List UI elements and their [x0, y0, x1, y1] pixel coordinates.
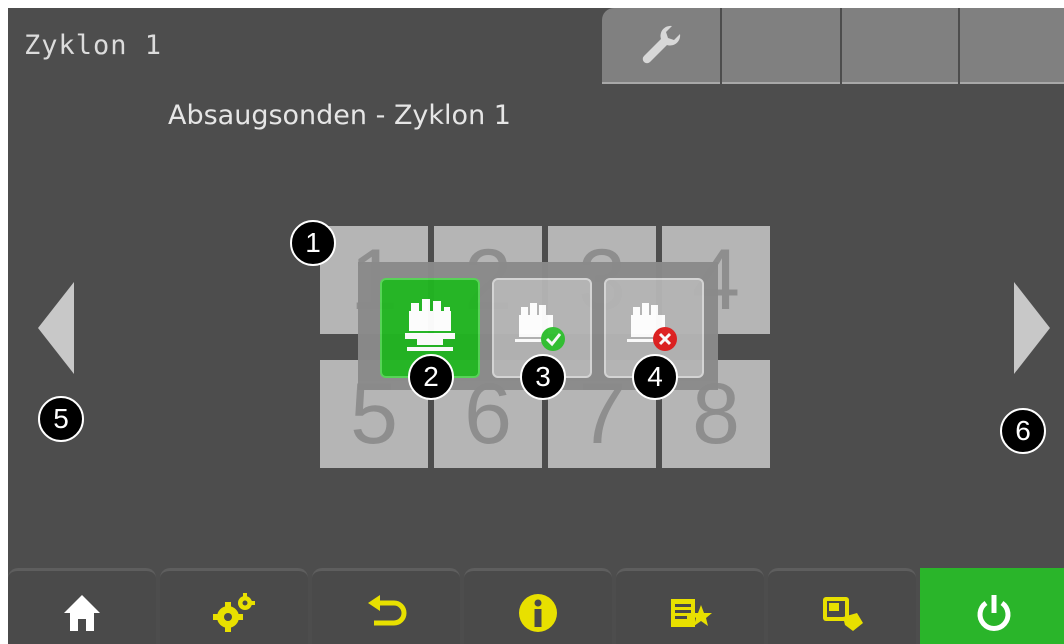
screen: Zyklon 1 Absaugsonden - Zyklon 1 1 2 3 4… — [8, 8, 1064, 644]
tab-wrench[interactable] — [602, 8, 720, 84]
tab-2[interactable] — [722, 8, 840, 84]
favorites-button[interactable] — [616, 568, 764, 644]
power-icon — [977, 595, 1011, 631]
settings-button[interactable] — [160, 568, 308, 644]
tab-3[interactable] — [842, 8, 958, 84]
screen-touch-button[interactable] — [768, 568, 916, 644]
callout-badge-6: 6 — [1000, 408, 1046, 454]
gears-icon — [213, 593, 255, 632]
back-arrow-icon — [368, 595, 407, 626]
screen-touch-icon — [823, 597, 863, 631]
home-icon — [64, 595, 100, 631]
callout-badge-1: 1 — [290, 220, 336, 266]
probe-cross-icon — [627, 303, 677, 351]
callout-badge-4: 4 — [632, 354, 678, 400]
callout-badge-3: 3 — [520, 354, 566, 400]
power-button[interactable] — [920, 568, 1064, 644]
tab-4[interactable] — [960, 8, 1064, 84]
wrench-icon — [642, 25, 681, 64]
callout-badge-2: 2 — [408, 354, 454, 400]
back-button[interactable] — [312, 568, 460, 644]
info-button[interactable] — [464, 568, 612, 644]
probe-check-icon — [515, 303, 565, 351]
bottom-toolbar — [8, 568, 1064, 644]
info-icon — [519, 594, 557, 632]
tab-bar — [602, 8, 1064, 86]
page-subtitle: Absaugsonden - Zyklon 1 — [168, 100, 511, 131]
triangle-right-icon[interactable] — [1014, 282, 1050, 374]
favorites-list-icon — [671, 599, 712, 627]
triangle-left-icon[interactable] — [38, 282, 74, 374]
page-title: Zyklon 1 — [24, 30, 163, 61]
callout-badge-5: 5 — [38, 396, 84, 442]
home-button[interactable] — [8, 568, 156, 644]
probe-active-icon — [405, 299, 455, 351]
